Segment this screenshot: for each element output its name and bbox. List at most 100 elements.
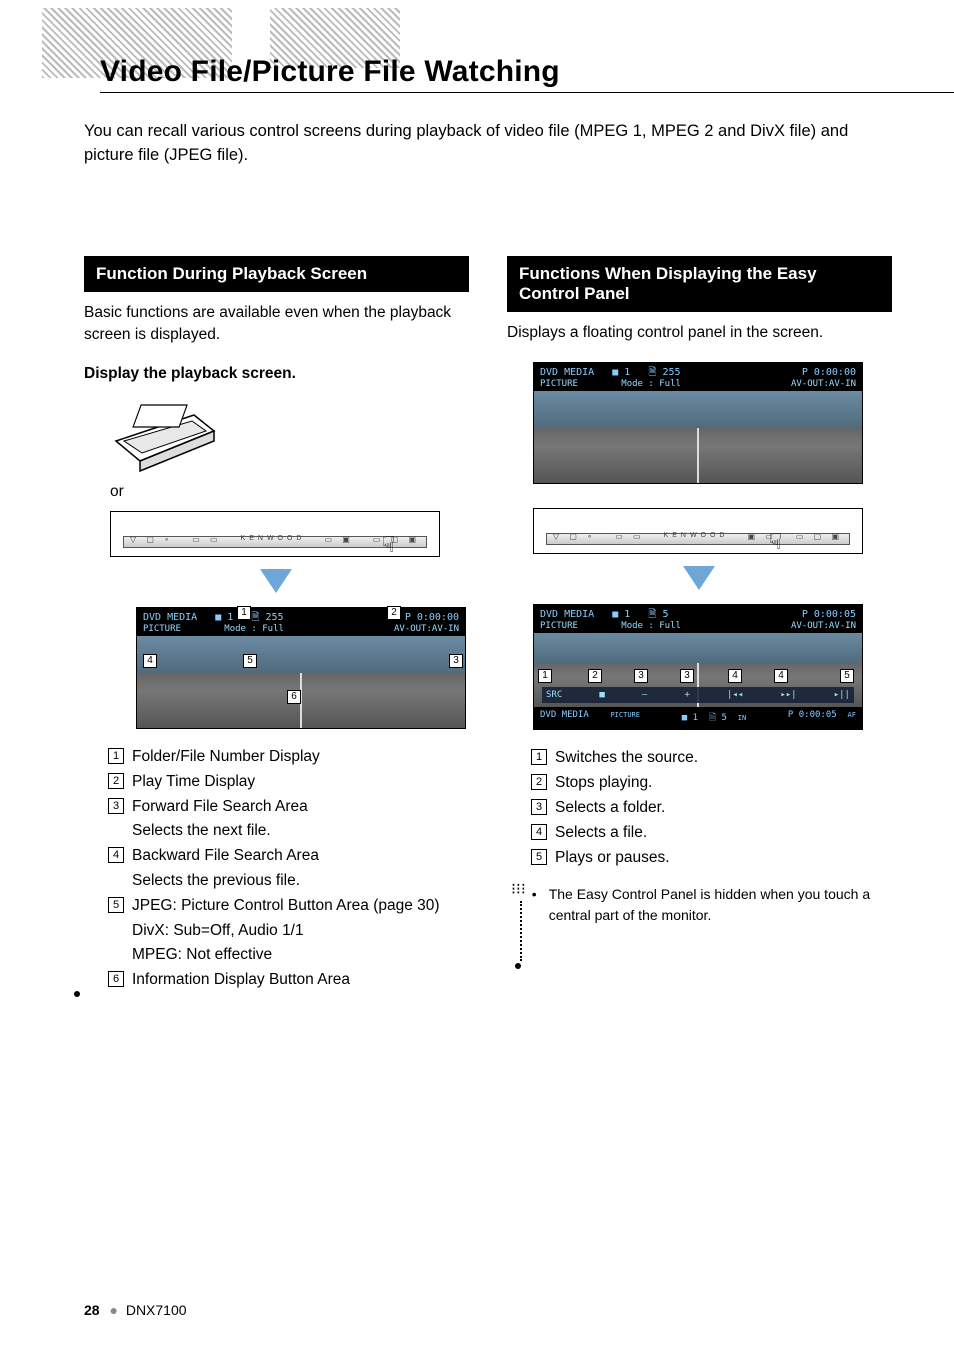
section-end-dot <box>74 991 80 997</box>
screen-mode: Mode : Full <box>621 379 681 389</box>
screen-mode: Mode : Full <box>224 624 284 634</box>
legend-num: 4 <box>108 847 124 863</box>
right-column: Functions When Displaying the Easy Contr… <box>507 256 892 993</box>
note-text: The Easy Control Panel is hidden when yo… <box>549 884 892 925</box>
easybar-file: 5 <box>721 713 726 723</box>
page: Video File/Picture File Watching You can… <box>0 0 954 1354</box>
front-panel-buttons: ▽ ▢ ∘▭ ▭KENWOOD▣ ▭▭ ▢ ▣ <box>546 533 850 545</box>
note-icon: ⁝⁝⁝ <box>511 880 526 899</box>
playback-screen-figure: DVD MEDIA ■ 1 🗎 255 P 0:00:00 PICTURE Mo… <box>136 607 466 729</box>
front-panel-bar: ▽ ▢ ∘▭ ▭KENWOOD▣ ▭▭ ▢ ▣ ☟ <box>533 508 863 554</box>
legend-sub: MPEG: Not effective <box>132 943 469 968</box>
legend-row: 3 Selects a folder. <box>531 796 892 821</box>
screen-play-time: P 0:00:00 <box>405 612 459 624</box>
legend-text: JPEG: Picture Control Button Area (page … <box>132 894 440 919</box>
note-block: ⁝⁝⁝ • The Easy Control Panel is hidden w… <box>511 880 892 969</box>
right-lead: Displays a floating control panel in the… <box>507 322 892 344</box>
legend-num: 5 <box>108 897 124 913</box>
legend-sub: Selects the next file. <box>132 819 469 844</box>
touch-hand-icon: ☟ <box>769 531 782 553</box>
easy-screen-bottom-group: DVD MEDIA ■ 1 🗎 5 P 0:00:05 PICTURE Mode… <box>533 604 892 730</box>
screen-source: DVD MEDIA <box>540 609 594 620</box>
panel-glyph-row: ▽ ▢ ∘▭ ▭KENWOOD▭ ▣▭ ▢ ▣ <box>130 535 420 544</box>
page-title: Video File/Picture File Watching <box>100 55 560 89</box>
front-panel-figure: ▽ ▢ ∘▭ ▭KENWOOD▭ ▣▭ ▢ ▣ ☟ DVD MEDIA ■ 1 … <box>110 511 469 729</box>
front-panel-bar: ▽ ▢ ∘▭ ▭KENWOOD▭ ▣▭ ▢ ▣ ☟ <box>110 511 440 557</box>
screen-folder-no: 1 <box>624 609 630 620</box>
legend-text: Selects a file. <box>555 821 647 846</box>
arrow-down-icon <box>260 569 292 593</box>
legend-text: Forward File Search Area <box>132 795 308 820</box>
legend-row: 5Plays or pauses. <box>531 846 892 871</box>
easy-btn-folder-minus[interactable]: – <box>642 690 647 700</box>
legend-text: Folder/File Number Display <box>132 745 320 770</box>
easybar-folder: 1 <box>693 713 698 723</box>
legend-num: 1 <box>108 748 124 764</box>
legend-row: 1Switches the source. <box>531 746 892 771</box>
easy-btn-playpause[interactable]: ▸|| <box>834 690 850 700</box>
legend-num: 2 <box>531 774 547 790</box>
screen-folder-no: 1 <box>227 612 233 623</box>
easybar-time: P 0:00:05 <box>788 710 837 720</box>
screen-avout: AV-OUT:AV-IN <box>791 379 856 389</box>
left-subhead: Display the playback screen. <box>84 365 469 383</box>
legend-row: 4 Selects a file. <box>531 821 892 846</box>
screen-file-no: 255 <box>265 612 283 623</box>
easy-status-bar: DVD MEDIA PICTURE ■ 1 🗎 5 IN P 0:00:05 A… <box>533 706 863 730</box>
screen-file-no: 255 <box>662 367 680 378</box>
easybar-in: IN <box>738 714 746 722</box>
left-legend: 1 Folder/File Number Display 2 Play Time D… <box>108 745 469 993</box>
easybar-source: DVD MEDIA <box>540 710 589 720</box>
front-panel-figure-right: ▽ ▢ ∘▭ ▭KENWOOD▣ ▭▭ ▢ ▣ ☟ DVD MEDIA ■ 1 … <box>533 508 892 730</box>
legend-row: 6Information Display Button Area <box>108 968 469 993</box>
legend-row: 2 Play Time Display <box>108 770 469 795</box>
screen-source: DVD MEDIA <box>143 612 197 623</box>
easy-btn-next[interactable]: ▸▸| <box>780 690 796 700</box>
legend-text: Play Time Display <box>132 770 255 795</box>
easybar-af: AF <box>848 711 856 719</box>
legend-num: 3 <box>108 798 124 814</box>
screen-source: DVD MEDIA <box>540 367 594 378</box>
screen-video-area <box>137 636 465 728</box>
monitor-illustration <box>110 397 469 475</box>
legend-num: 4 <box>531 824 547 840</box>
or-text: or <box>110 483 469 501</box>
screen-play-time: P 0:00:00 <box>802 367 856 379</box>
section-bar-easy: Functions When Displaying the Easy Contr… <box>507 256 892 312</box>
legend-row: 2 Stops playing. <box>531 771 892 796</box>
screen-picture-tag: PICTURE <box>143 624 181 634</box>
model-name: DNX7100 <box>126 1302 187 1318</box>
legend-num: 6 <box>108 971 124 987</box>
legend-text: Selects a folder. <box>555 796 665 821</box>
screen-avout: AV-OUT:AV-IN <box>394 624 459 634</box>
left-column: Function During Playback Screen Basic fu… <box>84 256 469 993</box>
right-legend: 1Switches the source. 2 Stops playing. 3S… <box>531 746 892 870</box>
footer: 28 ● DNX7100 <box>84 1302 187 1318</box>
legend-row: 5 JPEG: Picture Control Button Area (page… <box>108 894 469 919</box>
screen-file-no: 5 <box>662 609 668 620</box>
intro-text: You can recall various control screens d… <box>84 120 874 168</box>
bullet-icon: • <box>532 884 537 904</box>
screen-avout: AV-OUT:AV-IN <box>791 621 856 631</box>
legend-num: 2 <box>108 773 124 789</box>
columns: Function During Playback Screen Basic fu… <box>84 256 892 993</box>
easy-screen-bottom: DVD MEDIA ■ 1 🗎 5 P 0:00:05 PICTURE Mode… <box>533 604 863 708</box>
legend-text: Backward File Search Area <box>132 844 319 869</box>
left-lead: Basic functions are available even when … <box>84 302 469 347</box>
section-bar-playback: Function During Playback Screen <box>84 256 469 292</box>
screen-picture-tag: PICTURE <box>540 621 578 631</box>
monitor-icon <box>110 397 220 475</box>
legend-text: Stops playing. <box>555 771 652 796</box>
panel-glyph-row: ▽ ▢ ∘▭ ▭KENWOOD▣ ▭▭ ▢ ▣ <box>553 532 843 541</box>
legend-row: 3 Forward File Search Area <box>108 795 469 820</box>
touch-hand-icon: ☟ <box>382 534 395 556</box>
screen-mode: Mode : Full <box>621 621 681 631</box>
easy-btn-folder-plus[interactable]: + <box>684 690 689 700</box>
screen-picture-tag: PICTURE <box>540 379 578 389</box>
easy-screen-top: DVD MEDIA ■ 1 🗎 255 P 0:00:00 PICTURE Mo… <box>533 362 863 484</box>
easy-btn-stop[interactable]: ■ <box>599 690 604 700</box>
easy-btn-src[interactable]: SRC <box>546 690 562 700</box>
easy-btn-prev[interactable]: |◂◂ <box>727 690 743 700</box>
legend-text: Plays or pauses. <box>555 846 670 871</box>
legend-num: 3 <box>531 799 547 815</box>
